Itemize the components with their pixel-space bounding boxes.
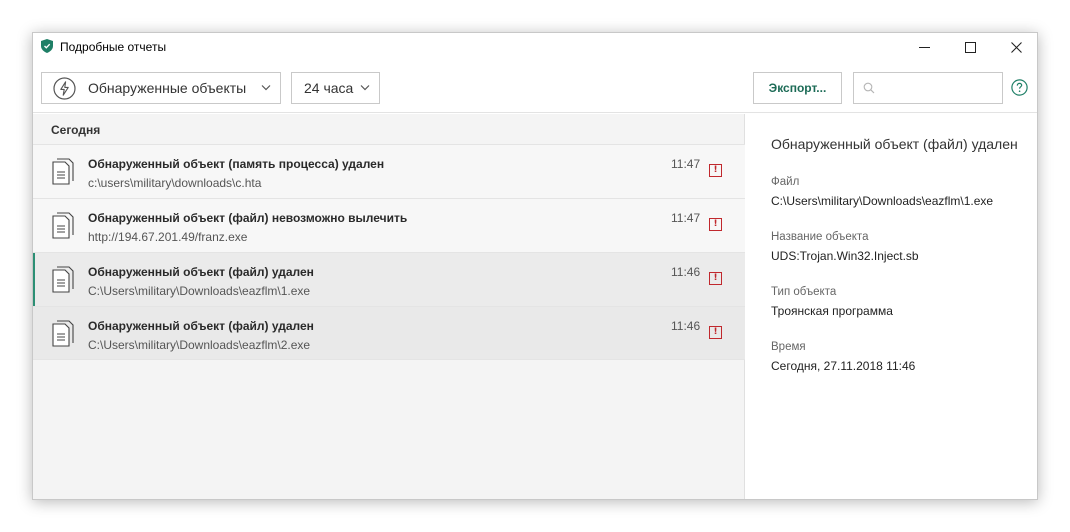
detail-label: Файл: [771, 176, 800, 188]
event-path: C:\Users\military\Downloads\eazflm\2.exe: [88, 338, 311, 352]
group-header-today: Сегодня: [51, 123, 101, 137]
list-item[interactable]: Обнаруженный объект (файл) удален C:\Use…: [33, 306, 745, 360]
maximize-icon: [964, 41, 976, 53]
period-filter-value: 24 часа: [304, 80, 354, 96]
detail-label: Время: [771, 341, 806, 353]
detail-file: Файл C:\Users\military\Downloads\eazflm\…: [771, 176, 993, 208]
window-title: Подробные отчеты: [60, 40, 167, 54]
toolbar: Обнаруженные объекты 24 часа Экспорт...: [33, 61, 1037, 113]
detail-value: UDS:Trojan.Win32.Inject.sb: [771, 249, 919, 263]
minimize-icon: [918, 46, 930, 48]
event-time: 11:46: [671, 319, 701, 333]
reports-window: Подробные отчеты Обнаруженные объекты 24…: [32, 32, 1038, 500]
event-path: C:\Users\military\Downloads\eazflm\1.exe: [88, 284, 311, 298]
type-filter-value: Обнаруженные объекты: [88, 80, 247, 96]
list-item-selected[interactable]: Обнаруженный объект (файл) удален C:\Use…: [33, 252, 745, 306]
help-icon[interactable]: [1011, 79, 1028, 96]
search-box[interactable]: [853, 72, 1003, 104]
events-list: Обнаруженный объект (память процесса) уд…: [33, 144, 745, 360]
document-icon: [52, 266, 74, 293]
warning-icon: !: [709, 218, 722, 231]
type-filter-dropdown[interactable]: Обнаруженные объекты: [41, 72, 281, 104]
document-icon: [52, 320, 74, 347]
detail-object-type: Тип объекта Троянская программа: [771, 286, 893, 318]
details-panel: Обнаруженный объект (файл) удален Файл C…: [746, 114, 1037, 499]
document-icon: [52, 212, 74, 239]
chevron-down-icon: [261, 85, 271, 91]
export-button[interactable]: Экспорт...: [753, 72, 842, 104]
lightning-icon: [53, 77, 76, 100]
event-path: http://194.67.201.49/franz.exe: [88, 230, 248, 244]
kaspersky-shield-icon: [41, 39, 53, 53]
event-title: Обнаруженный объект (файл) удален: [88, 265, 314, 279]
event-path: c:\users\military\downloads\c.hta: [88, 176, 262, 190]
detail-time: Время Сегодня, 27.11.2018 11:46: [771, 341, 915, 373]
close-icon: [1010, 41, 1022, 53]
detail-value: Троянская программа: [771, 304, 893, 318]
search-icon: [863, 82, 875, 94]
detail-label: Название объекта: [771, 231, 869, 243]
warning-icon: !: [709, 272, 722, 285]
detail-label: Тип объекта: [771, 286, 837, 298]
maximize-button[interactable]: [947, 33, 993, 61]
document-icon: [52, 158, 74, 185]
detail-value: Сегодня, 27.11.2018 11:46: [771, 359, 916, 373]
event-time: 11:47: [671, 157, 701, 171]
minimize-button[interactable]: [901, 33, 947, 61]
close-button[interactable]: [993, 33, 1037, 61]
title-bar: Подробные отчеты: [33, 33, 1037, 61]
events-list-panel: Сегодня Обнаруженный объект (память проц…: [33, 114, 745, 499]
list-item[interactable]: Обнаруженный объект (память процесса) уд…: [33, 144, 745, 198]
detail-object-name: Название объекта UDS:Trojan.Win32.Inject…: [771, 231, 919, 263]
search-input[interactable]: [880, 77, 998, 99]
warning-icon: !: [709, 164, 722, 177]
list-item[interactable]: Обнаруженный объект (файл) невозможно вы…: [33, 198, 745, 252]
details-title: Обнаруженный объект (файл) удален: [771, 136, 1018, 152]
event-title: Обнаруженный объект (файл) удален: [88, 319, 314, 333]
chevron-down-icon: [360, 85, 370, 91]
event-title: Обнаруженный объект (файл) невозможно вы…: [88, 211, 408, 225]
event-time: 11:46: [671, 265, 701, 279]
event-title: Обнаруженный объект (память процесса) уд…: [88, 157, 385, 171]
detail-value: C:\Users\military\Downloads\eazflm\1.exe: [771, 194, 994, 208]
period-filter-dropdown[interactable]: 24 часа: [291, 72, 380, 104]
warning-icon: !: [709, 326, 722, 339]
event-time: 11:47: [671, 211, 701, 225]
